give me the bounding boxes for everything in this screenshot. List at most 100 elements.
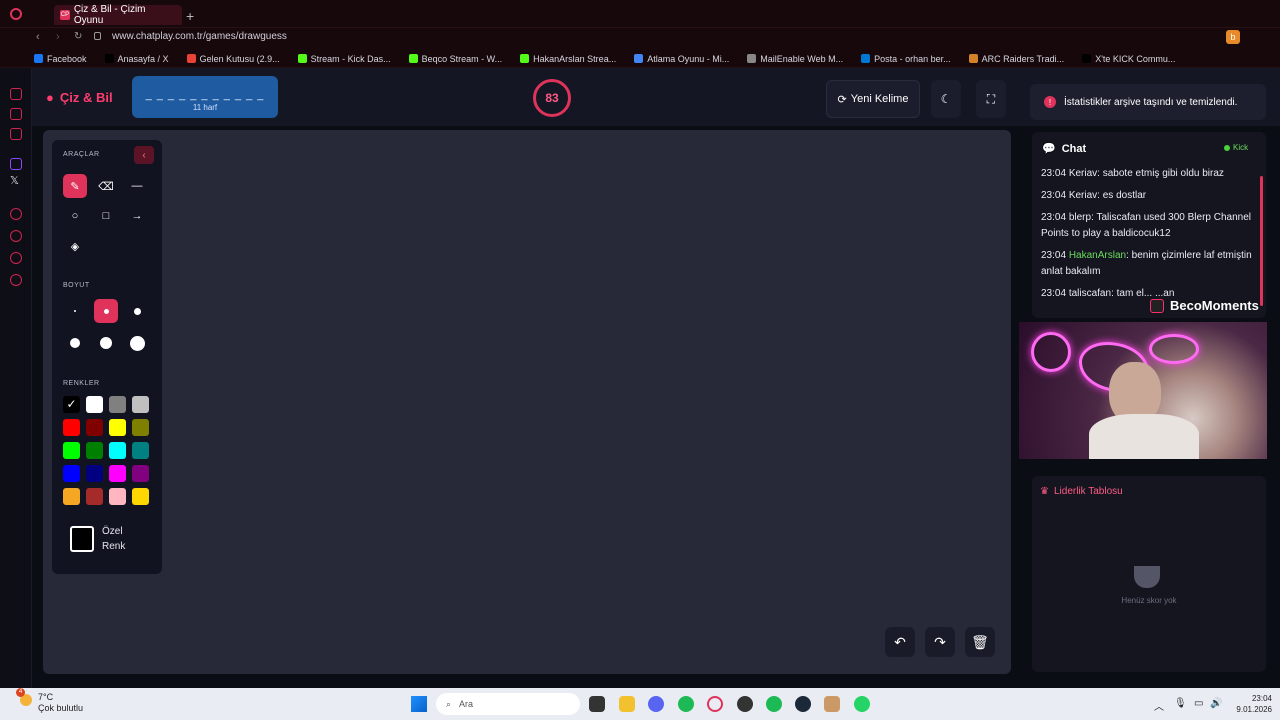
spotify-icon[interactable] bbox=[766, 696, 782, 712]
reload-icon[interactable]: ↻ bbox=[74, 31, 82, 42]
sidebar-app-icon[interactable] bbox=[10, 108, 22, 120]
chat-username[interactable]: Keriav bbox=[1069, 190, 1097, 201]
color-swatch[interactable] bbox=[86, 419, 103, 436]
whatsapp-icon[interactable] bbox=[854, 696, 870, 712]
fullscreen-button[interactable]: ⛶ bbox=[976, 80, 1006, 118]
bookmark-item[interactable]: Facebook bbox=[34, 54, 87, 64]
bookmark-item[interactable]: Beqco Stream - W... bbox=[408, 54, 502, 64]
size-option[interactable] bbox=[125, 299, 149, 323]
bookmark-item[interactable]: X'te KICK Commu... bbox=[1082, 54, 1175, 64]
circle-tool[interactable]: ○ bbox=[63, 204, 87, 228]
color-swatch[interactable] bbox=[109, 465, 126, 482]
browser-tab[interactable]: CP Çiz & Bil - Çizim Oyunu bbox=[54, 4, 182, 26]
opera-icon[interactable] bbox=[707, 696, 723, 712]
line-icon: — bbox=[131, 180, 143, 192]
sidebar-app-icon[interactable] bbox=[10, 88, 22, 100]
color-swatch[interactable] bbox=[109, 419, 126, 436]
bookmark-item[interactable]: Anasayfa / X bbox=[104, 54, 169, 64]
new-tab-button[interactable]: + bbox=[186, 8, 194, 24]
color-swatch[interactable] bbox=[132, 488, 149, 505]
chat-username[interactable]: taliscafan bbox=[1069, 288, 1111, 299]
color-swatch[interactable] bbox=[63, 465, 80, 482]
color-swatch[interactable] bbox=[132, 465, 149, 482]
file-explorer-icon[interactable] bbox=[619, 696, 635, 712]
sidebar-app-icon[interactable] bbox=[10, 128, 22, 140]
custom-color-swatch[interactable] bbox=[70, 526, 94, 552]
tools-heading: ARAÇLAR bbox=[63, 151, 100, 158]
eraser-tool[interactable]: ⌫ bbox=[94, 174, 118, 198]
bookmark-item[interactable]: MailEnable Web M... bbox=[747, 54, 843, 64]
color-swatch[interactable] bbox=[132, 419, 149, 436]
color-swatch[interactable] bbox=[86, 488, 103, 505]
tray-chevron-icon[interactable]: ︿ bbox=[1154, 698, 1164, 713]
size-option[interactable] bbox=[125, 331, 149, 355]
color-swatch[interactable] bbox=[63, 419, 80, 436]
app-logo[interactable]: ● Çiz & Bil bbox=[46, 90, 113, 105]
bookmark-item[interactable]: Atlama Oyunu - Mi... bbox=[634, 54, 729, 64]
redo-button[interactable]: ↷ bbox=[925, 627, 955, 657]
weather-widget[interactable]: 4 7°C Çok bulutlu bbox=[16, 688, 83, 714]
chat-username[interactable]: Keriav bbox=[1069, 168, 1097, 179]
undo-button[interactable]: ↶ bbox=[885, 627, 915, 657]
size-option[interactable] bbox=[63, 331, 87, 355]
profile-avatar[interactable]: b bbox=[1226, 30, 1240, 44]
color-swatch[interactable] bbox=[86, 465, 103, 482]
discord-icon[interactable] bbox=[648, 696, 664, 712]
twitch-icon[interactable] bbox=[10, 158, 22, 170]
rectangle-tool[interactable]: □ bbox=[94, 204, 118, 228]
color-swatch[interactable] bbox=[109, 488, 126, 505]
taskbar-search[interactable]: ⌕ Ara bbox=[436, 693, 580, 715]
collapse-tools-button[interactable]: ‹ bbox=[134, 146, 154, 164]
clear-canvas-button[interactable]: 🗑 bbox=[965, 627, 995, 657]
color-swatch[interactable] bbox=[109, 442, 126, 459]
sidebar-app-icon[interactable] bbox=[10, 252, 22, 264]
line-tool[interactable]: — bbox=[125, 174, 149, 198]
bookmark-item[interactable]: ARC Raiders Tradi... bbox=[968, 54, 1064, 64]
size-option[interactable] bbox=[94, 331, 118, 355]
network-icon[interactable]: ▭ bbox=[1194, 698, 1203, 709]
app-icon[interactable] bbox=[824, 696, 840, 712]
bookmark-item[interactable]: Stream - Kick Das... bbox=[297, 54, 391, 64]
mic-icon[interactable]: 🎙 bbox=[1174, 698, 1187, 709]
color-swatch[interactable] bbox=[86, 442, 103, 459]
color-swatch[interactable] bbox=[63, 488, 80, 505]
color-swatch[interactable]: ✓ bbox=[63, 396, 80, 413]
opera-logo-icon[interactable] bbox=[10, 8, 22, 20]
forward-icon[interactable]: › bbox=[56, 31, 60, 43]
settings-icon[interactable] bbox=[10, 274, 22, 286]
history-icon[interactable] bbox=[10, 230, 22, 242]
app-icon[interactable] bbox=[737, 696, 753, 712]
bookmark-item[interactable]: HakanArslan Strea... bbox=[520, 54, 616, 64]
volume-icon[interactable]: 🔊 bbox=[1210, 698, 1222, 709]
drawing-canvas[interactable] bbox=[43, 130, 1011, 674]
color-swatch[interactable] bbox=[86, 396, 103, 413]
task-view-icon[interactable] bbox=[589, 696, 605, 712]
x-icon[interactable]: 𝕏 bbox=[10, 174, 19, 187]
sidebar-app-icon[interactable] bbox=[10, 208, 22, 220]
chat-text: es dostlar bbox=[1102, 190, 1147, 201]
chat-scrollbar[interactable] bbox=[1260, 176, 1263, 306]
brush-tool[interactable]: ✎ bbox=[63, 174, 87, 198]
bookmark-item[interactable]: Posta - orhan ber... bbox=[861, 54, 951, 64]
color-swatch[interactable] bbox=[109, 396, 126, 413]
steam-icon[interactable] bbox=[795, 696, 811, 712]
size-option[interactable] bbox=[63, 299, 87, 323]
chat-username[interactable]: blerp bbox=[1069, 212, 1091, 223]
chat-username[interactable]: HakanArslan bbox=[1069, 250, 1126, 261]
bookmark-item[interactable]: Gelen Kutusu (2.9... bbox=[186, 54, 280, 64]
fill-tool[interactable]: ◈ bbox=[63, 234, 87, 258]
spotify-icon[interactable] bbox=[678, 696, 694, 712]
tab-favicon-icon: CP bbox=[60, 10, 70, 20]
clock[interactable]: 23:04 9.01.2026 bbox=[1228, 693, 1272, 715]
color-swatch[interactable] bbox=[132, 396, 149, 413]
size-option[interactable] bbox=[94, 299, 118, 323]
url-field[interactable]: www.chatplay.com.tr/games/drawguess bbox=[112, 31, 287, 42]
back-icon[interactable]: ‹ bbox=[36, 31, 40, 43]
color-swatch[interactable] bbox=[63, 442, 80, 459]
windows-start-icon[interactable] bbox=[411, 696, 427, 712]
dark-mode-button[interactable]: ☾ bbox=[931, 80, 961, 118]
new-word-button[interactable]: ⟳ Yeni Kelime bbox=[826, 80, 920, 118]
arrow-tool[interactable]: → bbox=[125, 204, 149, 228]
color-swatch[interactable] bbox=[132, 442, 149, 459]
custom-color-label[interactable]: Özel Renk bbox=[102, 524, 125, 554]
